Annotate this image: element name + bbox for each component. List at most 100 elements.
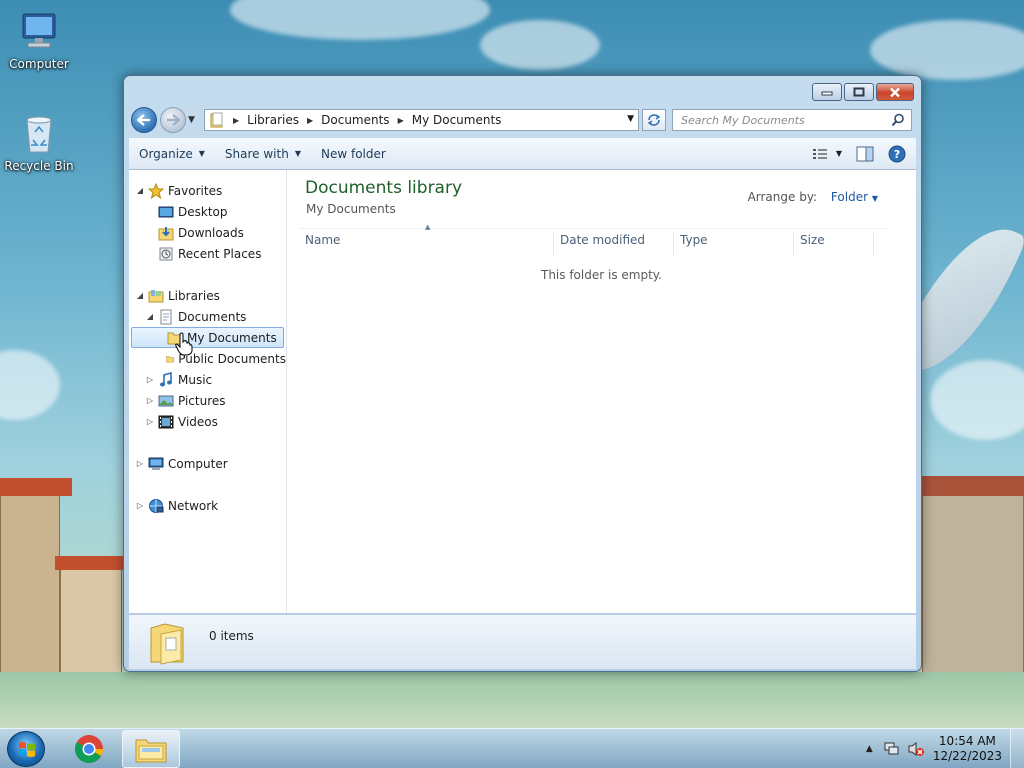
preview-pane-icon[interactable] (856, 146, 874, 162)
tree-item-network[interactable]: ▷ Network (129, 495, 286, 516)
clock-time: 10:54 AM (938, 734, 996, 748)
tree-item-favorites[interactable]: ◢ Favorites (129, 180, 286, 201)
change-view-button[interactable]: ▼ (812, 148, 842, 160)
tree-label: Videos (178, 414, 218, 429)
search-icon[interactable] (891, 113, 905, 127)
documents-icon (160, 309, 172, 324)
house-left (0, 480, 60, 690)
breadcrumb-documents[interactable]: Documents (321, 113, 389, 127)
breadcrumb-arrow-icon[interactable]: ▶ (398, 116, 404, 125)
arrange-by-dropdown[interactable]: Folder ▼ (831, 190, 878, 204)
cloud (480, 20, 600, 70)
computer-icon (148, 457, 164, 470)
network-status-icon[interactable] (883, 741, 901, 757)
column-headers: ▲ Name Date modified Type Size (299, 223, 886, 255)
close-icon (890, 87, 900, 97)
explorer-window: ▼ ▶ Libraries ▶ Documents ▶ My Documents… (123, 75, 922, 672)
tree-label: Favorites (168, 183, 223, 198)
show-desktop-button[interactable] (1010, 729, 1024, 768)
organize-button[interactable]: Organize ▼ (129, 138, 215, 169)
hand-cursor-icon (175, 332, 193, 356)
roof-left-2 (55, 556, 123, 570)
expanded-arrow-icon[interactable]: ◢ (135, 186, 145, 195)
tree-item-videos[interactable]: ▷ Videos (129, 411, 286, 432)
desktop-icon-label: Recycle Bin (4, 159, 74, 173)
refresh-icon (647, 114, 661, 126)
downloads-icon (158, 226, 174, 240)
navigation-pane: ◢ Favorites Desktop Downloads Recent Pla… (129, 170, 287, 613)
computer-icon (22, 13, 56, 48)
tree-item-downloads[interactable]: Downloads (129, 222, 286, 243)
forward-button[interactable] (160, 107, 186, 133)
tree-label: Public Documents (178, 351, 286, 366)
column-header-size[interactable]: Size (794, 233, 874, 255)
tree-item-libraries[interactable]: ◢ Libraries (129, 285, 286, 306)
maximize-icon (853, 87, 865, 97)
taskbar-chrome[interactable] (60, 730, 118, 768)
empty-folder-message: This folder is empty. (541, 268, 662, 282)
tree-item-recent-places[interactable]: Recent Places (129, 243, 286, 264)
clock[interactable]: 10:54 AM 12/22/2023 (933, 734, 1002, 764)
tree-item-music[interactable]: ▷ Music (129, 369, 286, 390)
sort-up-icon: ▲ (425, 223, 431, 231)
navigation-row: ▼ ▶ Libraries ▶ Documents ▶ My Documents… (131, 106, 914, 134)
tree-label: Recent Places (178, 246, 262, 261)
close-button[interactable] (876, 83, 914, 101)
cloud (870, 20, 1024, 80)
tree-item-public-documents[interactable]: Public Documents (129, 348, 286, 369)
share-with-button[interactable]: Share with ▼ (215, 138, 311, 169)
minimize-icon (821, 91, 833, 96)
collapsed-arrow-icon[interactable]: ▷ (145, 396, 155, 405)
collapsed-arrow-icon[interactable]: ▷ (135, 459, 145, 468)
new-folder-button[interactable]: New folder (311, 138, 396, 169)
show-hidden-icons-icon[interactable]: ▲ (866, 744, 873, 754)
tree-item-pictures[interactable]: ▷ Pictures (129, 390, 286, 411)
library-folder-icon (210, 112, 223, 128)
maximize-button[interactable] (844, 83, 874, 101)
chevron-down-icon: ▼ (294, 149, 301, 158)
arrange-by: Arrange by: Folder ▼ (748, 190, 878, 204)
desktop-icon-recycle-bin[interactable]: Recycle Bin (1, 112, 77, 173)
volume-muted-icon[interactable] (907, 741, 925, 757)
content-area: ◢ Favorites Desktop Downloads Recent Pla… (129, 170, 916, 613)
start-button[interactable] (7, 731, 45, 767)
recent-places-icon (159, 247, 173, 260)
column-header-date-modified[interactable]: Date modified (554, 233, 674, 255)
cloud (230, 0, 490, 40)
minimize-button[interactable] (812, 83, 842, 101)
tree-label: Pictures (178, 393, 226, 408)
expanded-arrow-icon[interactable]: ◢ (145, 312, 155, 321)
taskbar-explorer[interactable] (122, 730, 180, 768)
recent-pages-dropdown[interactable]: ▼ (188, 115, 200, 125)
system-tray: ▲ 10:54 AM 12/22/2023 (866, 729, 1024, 768)
forward-arrow-icon (167, 114, 180, 126)
collapsed-arrow-icon[interactable]: ▷ (145, 375, 155, 384)
expanded-arrow-icon[interactable]: ◢ (135, 291, 145, 300)
windows-logo-icon (19, 742, 35, 757)
collapsed-arrow-icon[interactable]: ▷ (145, 417, 155, 426)
column-header-name[interactable]: Name (299, 233, 554, 255)
breadcrumb-arrow-icon[interactable]: ▶ (307, 116, 313, 125)
music-icon (160, 371, 172, 386)
tree-label: Music (178, 372, 213, 387)
tree-item-my-documents[interactable]: My Documents (131, 327, 284, 348)
command-bar: Organize ▼ Share with ▼ New folder ▼ ? (129, 138, 916, 170)
tree-item-documents[interactable]: ◢ Documents (129, 306, 286, 327)
svg-text:?: ? (894, 148, 900, 161)
help-icon[interactable]: ? (888, 145, 906, 163)
search-input[interactable] (681, 113, 881, 127)
column-header-type[interactable]: Type (674, 233, 794, 255)
tree-item-computer[interactable]: ▷ Computer (129, 453, 286, 474)
back-button[interactable] (131, 107, 157, 133)
address-bar[interactable]: ▶ Libraries ▶ Documents ▶ My Documents ▼ (204, 109, 639, 131)
desktop-icon-computer[interactable]: Computer (1, 10, 77, 71)
breadcrumb-my-documents[interactable]: My Documents (412, 113, 502, 127)
tree-item-desktop[interactable]: Desktop (129, 201, 286, 222)
address-dropdown-icon[interactable]: ▼ (627, 114, 634, 124)
collapsed-arrow-icon[interactable]: ▷ (135, 501, 145, 510)
search-box[interactable] (672, 109, 912, 131)
refresh-button[interactable] (642, 109, 666, 131)
chrome-icon (75, 735, 103, 763)
breadcrumb-libraries[interactable]: Libraries (247, 113, 299, 127)
ground (0, 672, 1024, 728)
